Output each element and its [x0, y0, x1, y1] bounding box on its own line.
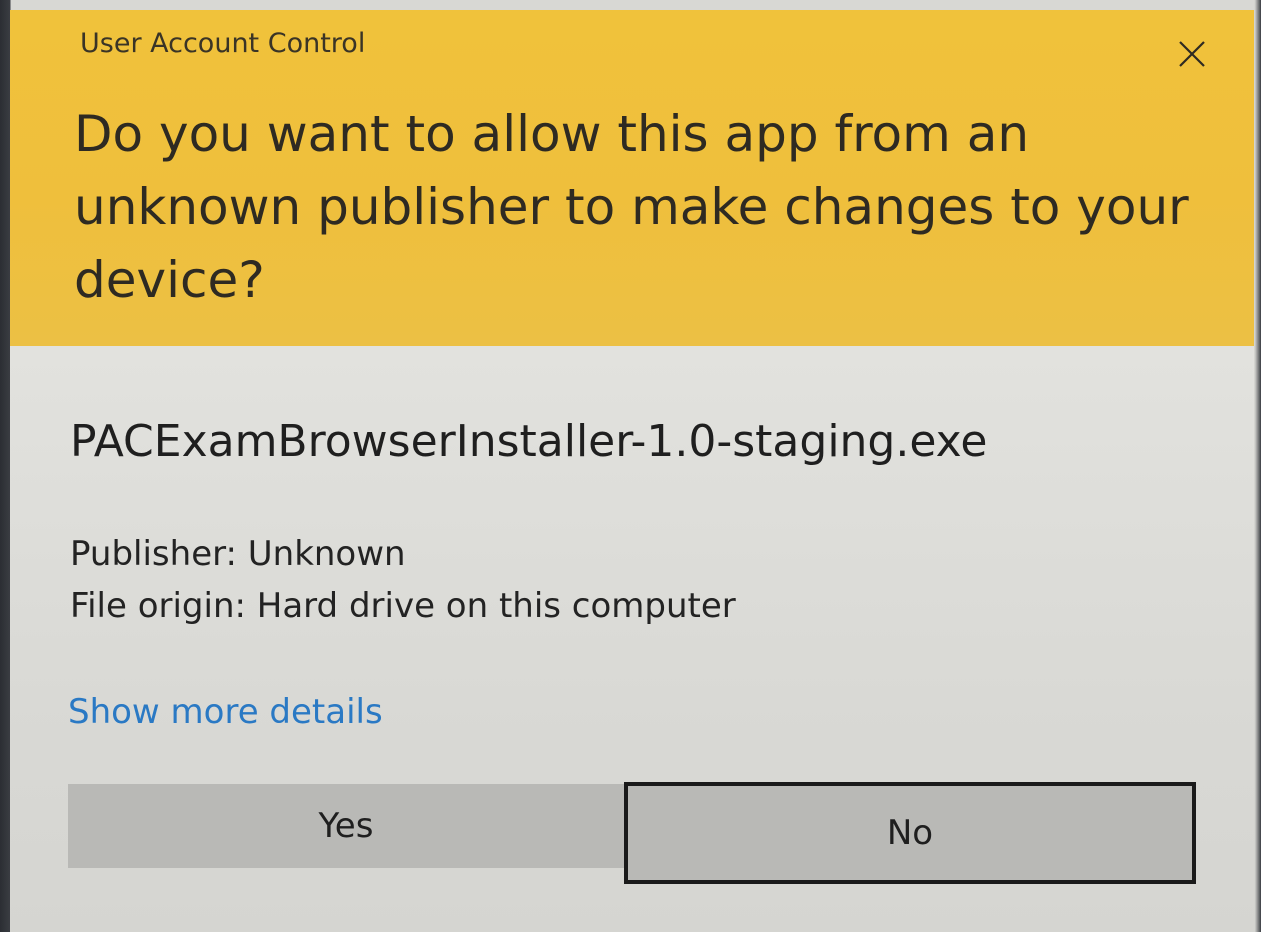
yes-button[interactable]: Yes: [68, 784, 624, 868]
prompt-question: Do you want to allow this app from an un…: [74, 105, 1189, 309]
dialog-header: User Account Control Do you want to allo…: [10, 10, 1254, 346]
publisher-info: Publisher: Unknown: [70, 534, 406, 574]
close-icon: [1178, 40, 1206, 72]
no-button[interactable]: No: [624, 782, 1196, 884]
dialog-title: User Account Control: [80, 28, 366, 59]
uac-dialog: User Account Control Do you want to allo…: [10, 10, 1254, 932]
file-origin-info: File origin: Hard drive on this computer: [70, 586, 736, 626]
app-file-name: PACExamBrowserInstaller-1.0-staging.exe: [70, 416, 988, 467]
close-button[interactable]: [1168, 32, 1216, 80]
dialog-body: PACExamBrowserInstaller-1.0-staging.exe …: [10, 346, 1254, 932]
show-more-details-link[interactable]: Show more details: [68, 692, 383, 732]
